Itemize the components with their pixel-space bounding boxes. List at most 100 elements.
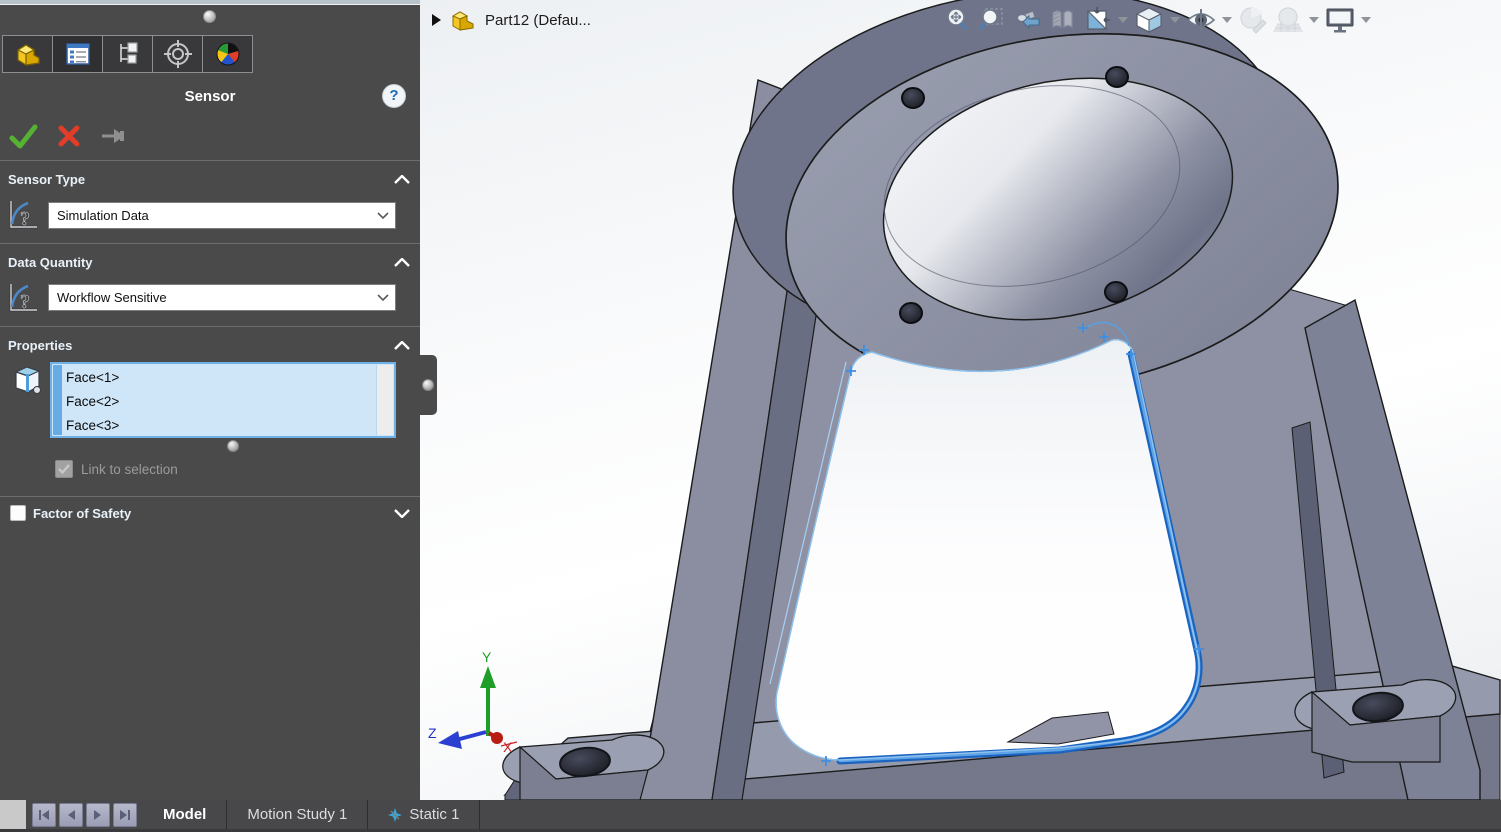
tab-static-1[interactable]: Static 1 xyxy=(368,800,480,829)
data-quantity-value: Workflow Sensitive xyxy=(49,290,371,305)
section-properties-header[interactable]: Properties xyxy=(0,334,420,360)
featuremanager-tree-icon xyxy=(13,40,43,68)
zoom-to-fit-icon[interactable] xyxy=(942,5,972,35)
svg-text:?: ? xyxy=(20,208,30,230)
sensor-type-icon: ? xyxy=(6,198,42,232)
view-settings-dropdown-icon[interactable] xyxy=(1361,17,1371,23)
display-style-icon[interactable] xyxy=(1134,5,1164,35)
view-orientation-dropdown-icon[interactable] xyxy=(1118,17,1128,23)
manager-tab-bar xyxy=(2,35,252,73)
part-icon xyxy=(450,8,476,32)
part-tree-label[interactable]: Part12 (Defau... xyxy=(485,12,591,29)
collapse-chevron-icon[interactable] xyxy=(394,258,410,267)
tab-bar-grip[interactable] xyxy=(0,800,26,829)
bolt-hole-4[interactable] xyxy=(1105,282,1127,302)
link-to-selection-checkbox[interactable] xyxy=(55,460,73,478)
tab-motion-study-label: Motion Study 1 xyxy=(247,806,347,823)
dropdown-chevron-icon xyxy=(371,285,395,310)
panel-top-strip xyxy=(0,0,420,5)
tab-featuremanager-tree[interactable] xyxy=(2,35,53,73)
tree-flyout-arrow-icon[interactable] xyxy=(432,14,441,26)
property-manager-icon xyxy=(64,41,92,67)
link-to-selection-row: Link to selection xyxy=(55,460,178,478)
tab-static-label: Static 1 xyxy=(409,806,459,823)
expand-chevron-icon[interactable] xyxy=(394,509,410,518)
panel-grab-handle[interactable] xyxy=(203,10,216,23)
splitter-dot-icon xyxy=(422,379,434,391)
property-manager-panel: Sensor ? Sensor Type ? xyxy=(0,0,420,800)
next-tab-button[interactable] xyxy=(86,803,110,827)
section-sensor-type-header[interactable]: Sensor Type xyxy=(0,168,420,194)
face-list-item[interactable]: Face<3> xyxy=(66,414,375,438)
tab-dimxpert-manager[interactable] xyxy=(152,35,203,73)
section-data-quantity-header[interactable]: Data Quantity xyxy=(0,251,420,277)
hide-show-items-icon[interactable] xyxy=(1186,5,1216,35)
tab-nav-buttons xyxy=(26,800,143,829)
zoom-to-area-icon[interactable] xyxy=(977,5,1007,35)
configuration-manager-icon xyxy=(114,40,142,68)
apply-scene-dropdown-icon[interactable] xyxy=(1309,17,1319,23)
prev-tab-button[interactable] xyxy=(59,803,83,827)
ok-button[interactable] xyxy=(8,123,38,149)
study-tab-bar: Model Motion Study 1 Static 1 xyxy=(0,800,1501,832)
bolt-hole-1[interactable] xyxy=(902,88,924,108)
section-view-icon[interactable] xyxy=(1047,5,1077,35)
view-orientation-icon[interactable] xyxy=(1082,5,1112,35)
tab-model[interactable]: Model xyxy=(143,800,227,829)
pin-button[interactable] xyxy=(100,125,128,147)
part-3d-view[interactable]: Y Z X xyxy=(420,0,1501,800)
dropdown-chevron-icon xyxy=(371,203,395,228)
faces-listbox[interactable]: Face<1> Face<2> Face<3> xyxy=(50,362,396,438)
listbox-resize-handle[interactable] xyxy=(227,440,239,452)
data-quantity-label: Data Quantity xyxy=(8,255,93,270)
display-style-dropdown-icon[interactable] xyxy=(1170,17,1180,23)
divider xyxy=(0,160,420,161)
sensor-type-value: Simulation Data xyxy=(49,208,371,223)
bolt-hole-2[interactable] xyxy=(1106,67,1128,87)
graphics-viewport[interactable]: Y Z X Part12 (Defau... xyxy=(420,0,1501,800)
display-manager-icon xyxy=(213,39,243,69)
help-button[interactable]: ? xyxy=(382,84,406,108)
edit-appearance-icon[interactable] xyxy=(1238,5,1268,35)
factor-of-safety-label: Factor of Safety xyxy=(33,506,131,521)
previous-view-icon[interactable] xyxy=(1012,5,1042,35)
divider xyxy=(0,326,420,327)
panel-title: Sensor xyxy=(0,84,420,110)
apply-scene-icon[interactable] xyxy=(1273,5,1303,35)
divider xyxy=(0,496,420,497)
listbox-accent-strip xyxy=(53,365,62,435)
divider xyxy=(0,243,420,244)
panel-splitter-handle[interactable] xyxy=(420,355,437,415)
listbox-scrollbar[interactable] xyxy=(376,365,393,435)
view-settings-icon[interactable] xyxy=(1325,5,1355,35)
data-quantity-dropdown[interactable]: Workflow Sensitive xyxy=(48,284,396,311)
solidworks-window: Y Z X Part12 (Defau... xyxy=(0,0,1501,832)
bolt-hole-3[interactable] xyxy=(900,303,922,323)
svg-text:X: X xyxy=(503,739,513,755)
face-list-item[interactable]: Face<2> xyxy=(66,390,375,414)
first-tab-button[interactable] xyxy=(32,803,56,827)
factor-of-safety-checkbox[interactable] xyxy=(10,505,26,521)
tab-motion-study-1[interactable]: Motion Study 1 xyxy=(227,800,368,829)
collapse-chevron-icon[interactable] xyxy=(394,341,410,350)
data-quantity-icon: ? xyxy=(6,281,42,315)
face-selection-icon xyxy=(10,362,44,398)
section-factor-of-safety-header[interactable]: Factor of Safety xyxy=(0,502,420,528)
tab-property-manager[interactable] xyxy=(52,35,103,73)
hide-show-dropdown-icon[interactable] xyxy=(1222,17,1232,23)
properties-label: Properties xyxy=(8,338,72,353)
static-study-icon xyxy=(388,808,402,822)
sensor-type-dropdown[interactable]: Simulation Data xyxy=(48,202,396,229)
cancel-button[interactable] xyxy=(56,123,82,149)
orientation-triad: Y Z X xyxy=(428,649,517,755)
svg-text:?: ? xyxy=(20,291,30,313)
collapse-chevron-icon[interactable] xyxy=(394,175,410,184)
tab-display-manager[interactable] xyxy=(202,35,253,73)
heads-up-toolbar xyxy=(942,5,1372,35)
face-list-item[interactable]: Face<1> xyxy=(66,366,375,390)
last-tab-button[interactable] xyxy=(113,803,137,827)
link-to-selection-label: Link to selection xyxy=(81,462,178,477)
sensor-type-label: Sensor Type xyxy=(8,172,85,187)
svg-text:Z: Z xyxy=(428,725,437,741)
tab-configuration-manager[interactable] xyxy=(102,35,153,73)
